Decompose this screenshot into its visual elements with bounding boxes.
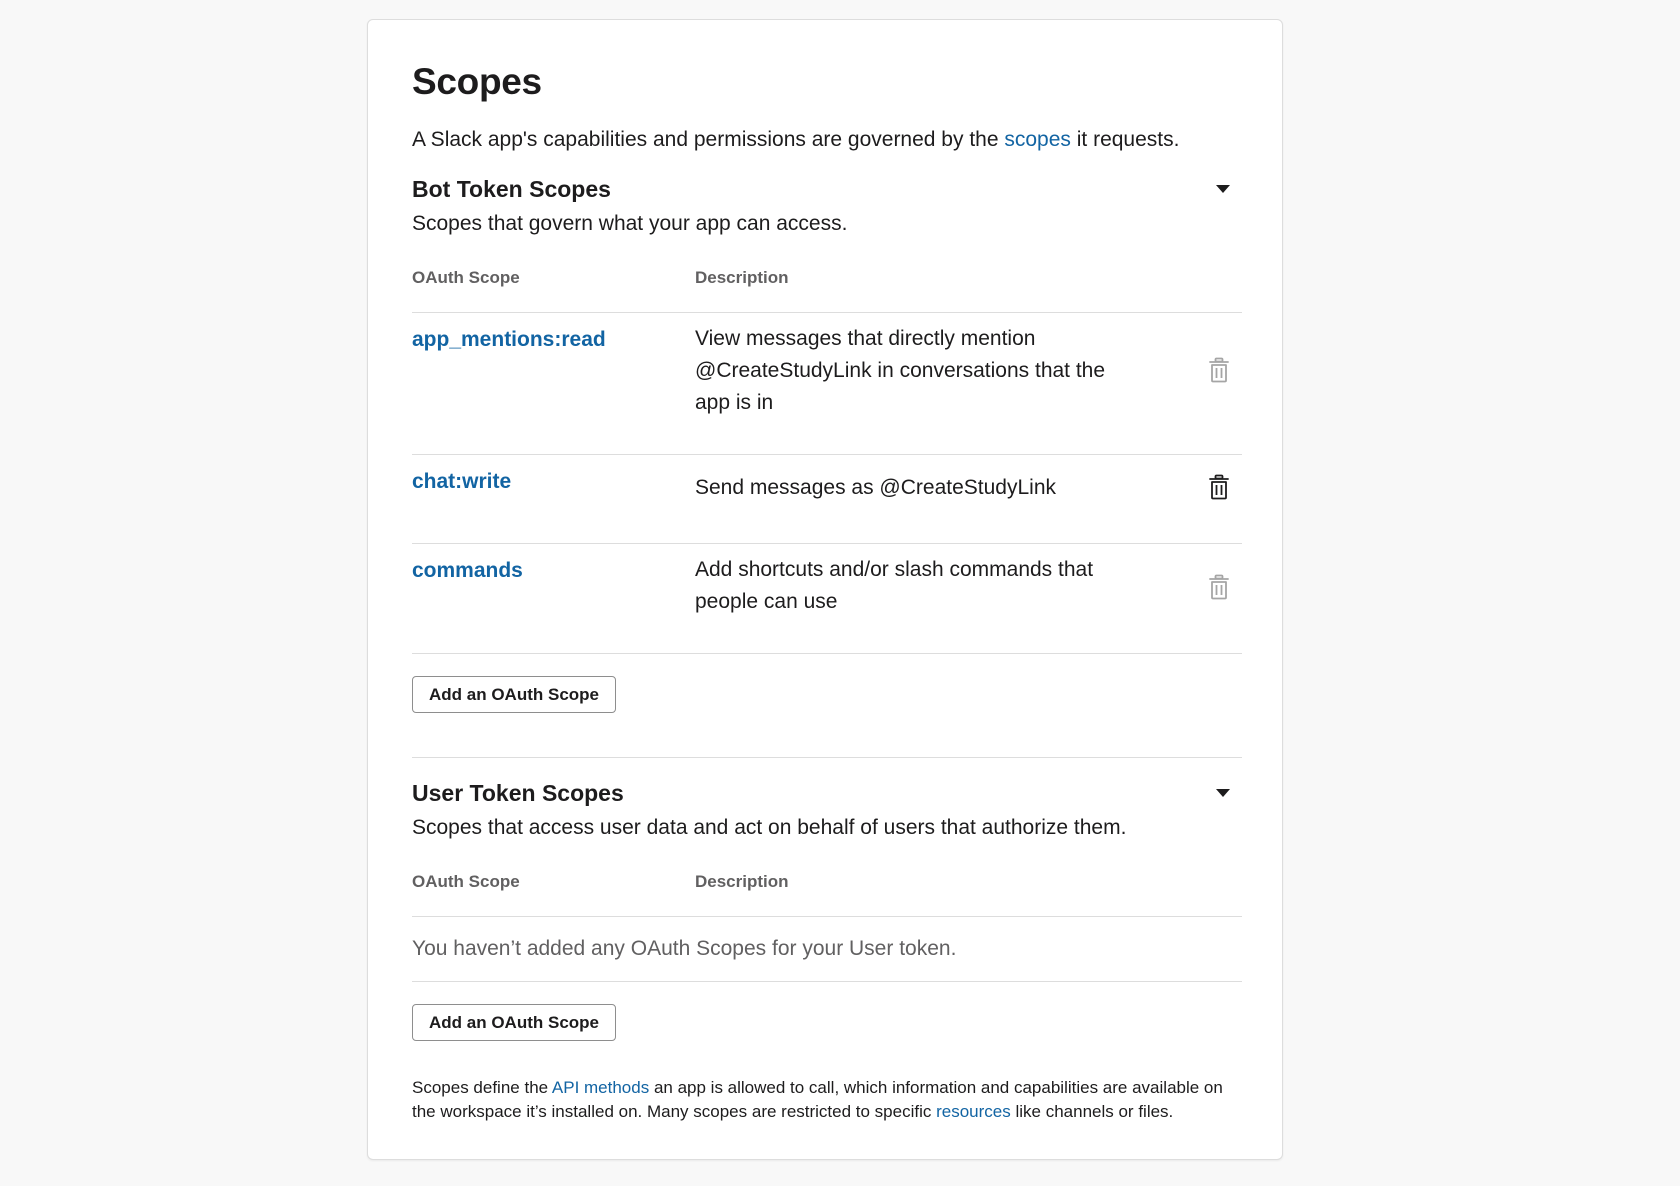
- scope-name-link[interactable]: app_mentions:read: [412, 313, 695, 454]
- section-divider: [412, 757, 1242, 759]
- scope-name-link[interactable]: commands: [412, 544, 695, 653]
- bot-scopes-header: Bot Token Scopes Scopes that govern what…: [412, 175, 1242, 238]
- caret-down-icon[interactable]: [1216, 184, 1230, 193]
- resources-link[interactable]: resources: [936, 1102, 1011, 1121]
- bot-scopes-title: Bot Token Scopes: [412, 175, 611, 202]
- intro-text: A Slack app's capabilities and permissio…: [412, 127, 1180, 151]
- table-row: chat:write Send messages as @CreateStudy…: [412, 455, 1242, 545]
- table-row: app_mentions:read View messages that dir…: [412, 313, 1242, 456]
- add-bot-scope-button[interactable]: Add an OAuth Scope: [412, 676, 616, 714]
- trash-icon[interactable]: [1208, 357, 1230, 383]
- footer-note: Scopes define the API methods an app is …: [412, 1078, 1223, 1122]
- empty-scopes-message: You haven’t added any OAuth Scopes for y…: [412, 917, 1242, 983]
- bot-scopes-table-header: OAuth Scope Description: [412, 268, 1242, 314]
- api-methods-link[interactable]: API methods: [552, 1078, 649, 1097]
- scope-name-link[interactable]: chat:write: [412, 455, 695, 543]
- col-oauth-scope: OAuth Scope: [412, 268, 520, 288]
- bot-scopes-subtitle: Scopes that govern what your app can acc…: [412, 211, 848, 235]
- add-user-scope-button[interactable]: Add an OAuth Scope: [412, 1004, 616, 1042]
- scopes-card: Scopes A Slack app's capabilities and pe…: [367, 19, 1283, 1160]
- trash-icon[interactable]: [1208, 574, 1230, 600]
- caret-down-icon[interactable]: [1216, 789, 1230, 798]
- col-description: Description: [695, 268, 789, 288]
- scope-description: View messages that directly mention @Cre…: [695, 327, 1106, 415]
- scope-description: Add shortcuts and/or slash commands that…: [695, 558, 1094, 614]
- page-title: Scopes: [412, 61, 542, 102]
- user-scopes-header: User Token Scopes Scopes that access use…: [412, 779, 1242, 842]
- user-scopes-title: User Token Scopes: [412, 780, 624, 807]
- user-scopes-subtitle: Scopes that access user data and act on …: [412, 816, 1127, 840]
- col-oauth-scope: OAuth Scope: [412, 872, 520, 892]
- trash-icon[interactable]: [1208, 474, 1230, 500]
- scopes-link[interactable]: scopes: [1004, 128, 1071, 151]
- user-scopes-table-header: OAuth Scope Description: [412, 872, 1242, 918]
- table-row: commands Add shortcuts and/or slash comm…: [412, 544, 1242, 655]
- col-description: Description: [695, 872, 789, 892]
- scope-description: Send messages as @CreateStudyLink: [695, 476, 1057, 500]
